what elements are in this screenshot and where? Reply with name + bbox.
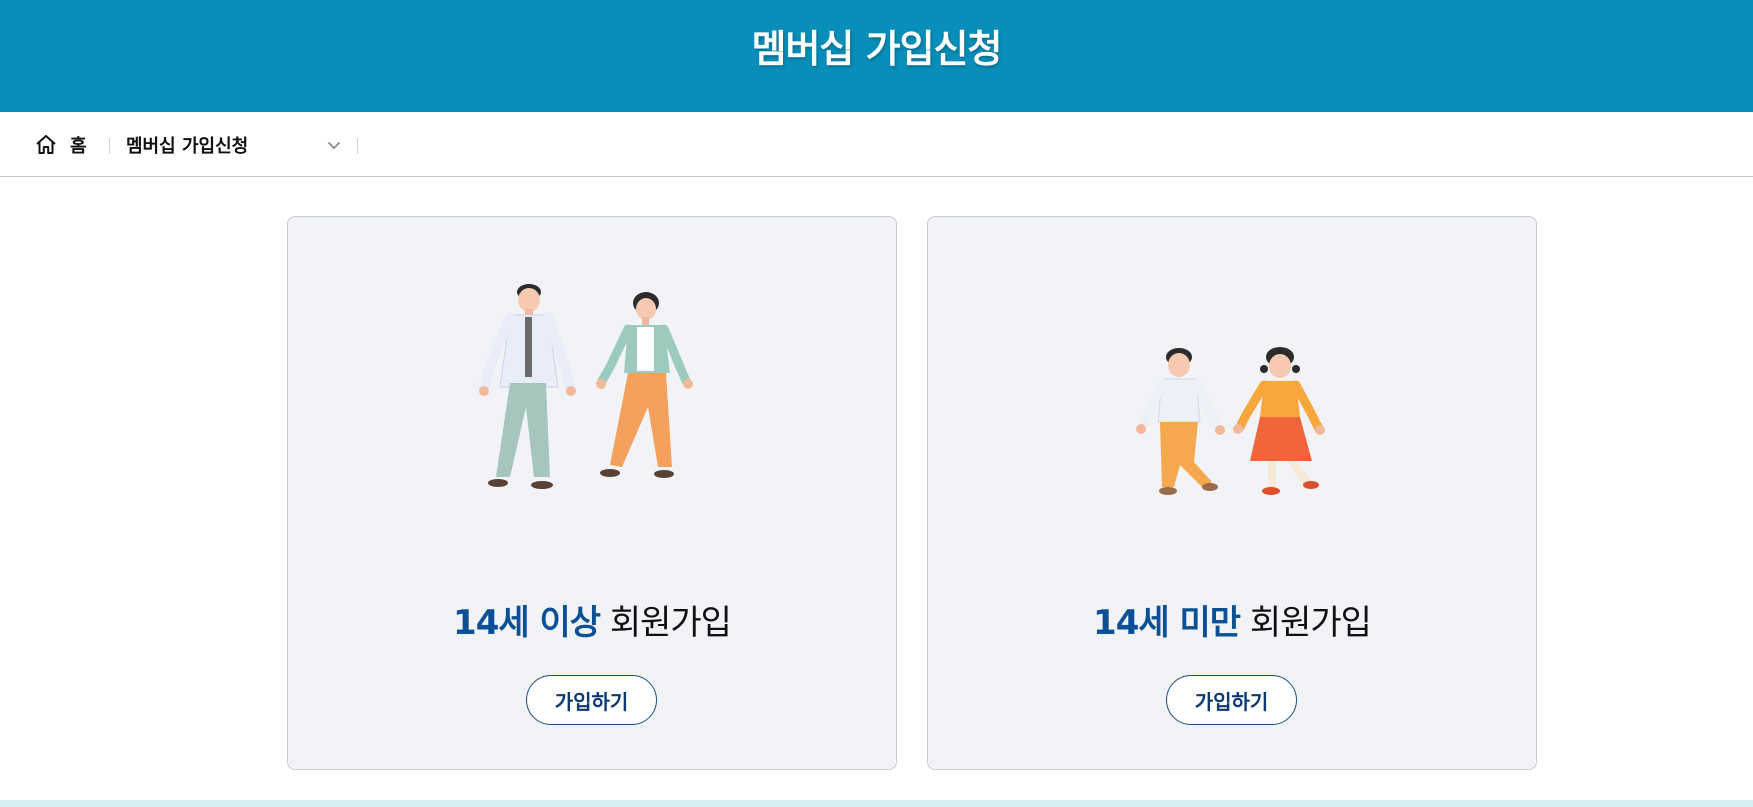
membership-card-adult: 14세 이상 회원가입 가입하기 [287,216,897,770]
children-illustration [1136,347,1325,495]
home-icon [34,133,58,157]
card-title-rest: 회원가입 [600,603,732,643]
breadcrumb-divider [357,138,358,154]
membership-card-child: 14세 미만 회원가입 가입하기 [927,216,1537,770]
card-title: 14세 미만 회원가입 [928,595,1536,644]
page-title: 멤버십 가입신청 [751,26,1003,71]
adult-couple-illustration [479,284,693,489]
join-button-child[interactable]: 가입하기 [1166,675,1297,725]
breadcrumb-current-label: 멤버십 가입신청 [126,136,249,157]
card-title-highlight: 14세 이상 [453,603,601,643]
footer-stripe [0,800,1753,807]
breadcrumb: 홈 멤버십 가입신청 [0,112,1753,177]
card-title: 14세 이상 회원가입 [288,595,896,644]
join-button-adult[interactable]: 가입하기 [526,675,657,725]
card-title-highlight: 14세 미만 [1093,603,1241,643]
breadcrumb-home-link[interactable]: 홈 [34,132,87,158]
breadcrumb-home-label: 홈 [70,136,87,157]
chevron-down-icon [326,137,342,153]
breadcrumb-page-dropdown[interactable]: 멤버십 가입신청 [126,130,350,160]
card-title-rest: 회원가입 [1240,603,1372,643]
breadcrumb-divider [109,138,110,154]
page-header: 멤버십 가입신청 [0,0,1753,112]
